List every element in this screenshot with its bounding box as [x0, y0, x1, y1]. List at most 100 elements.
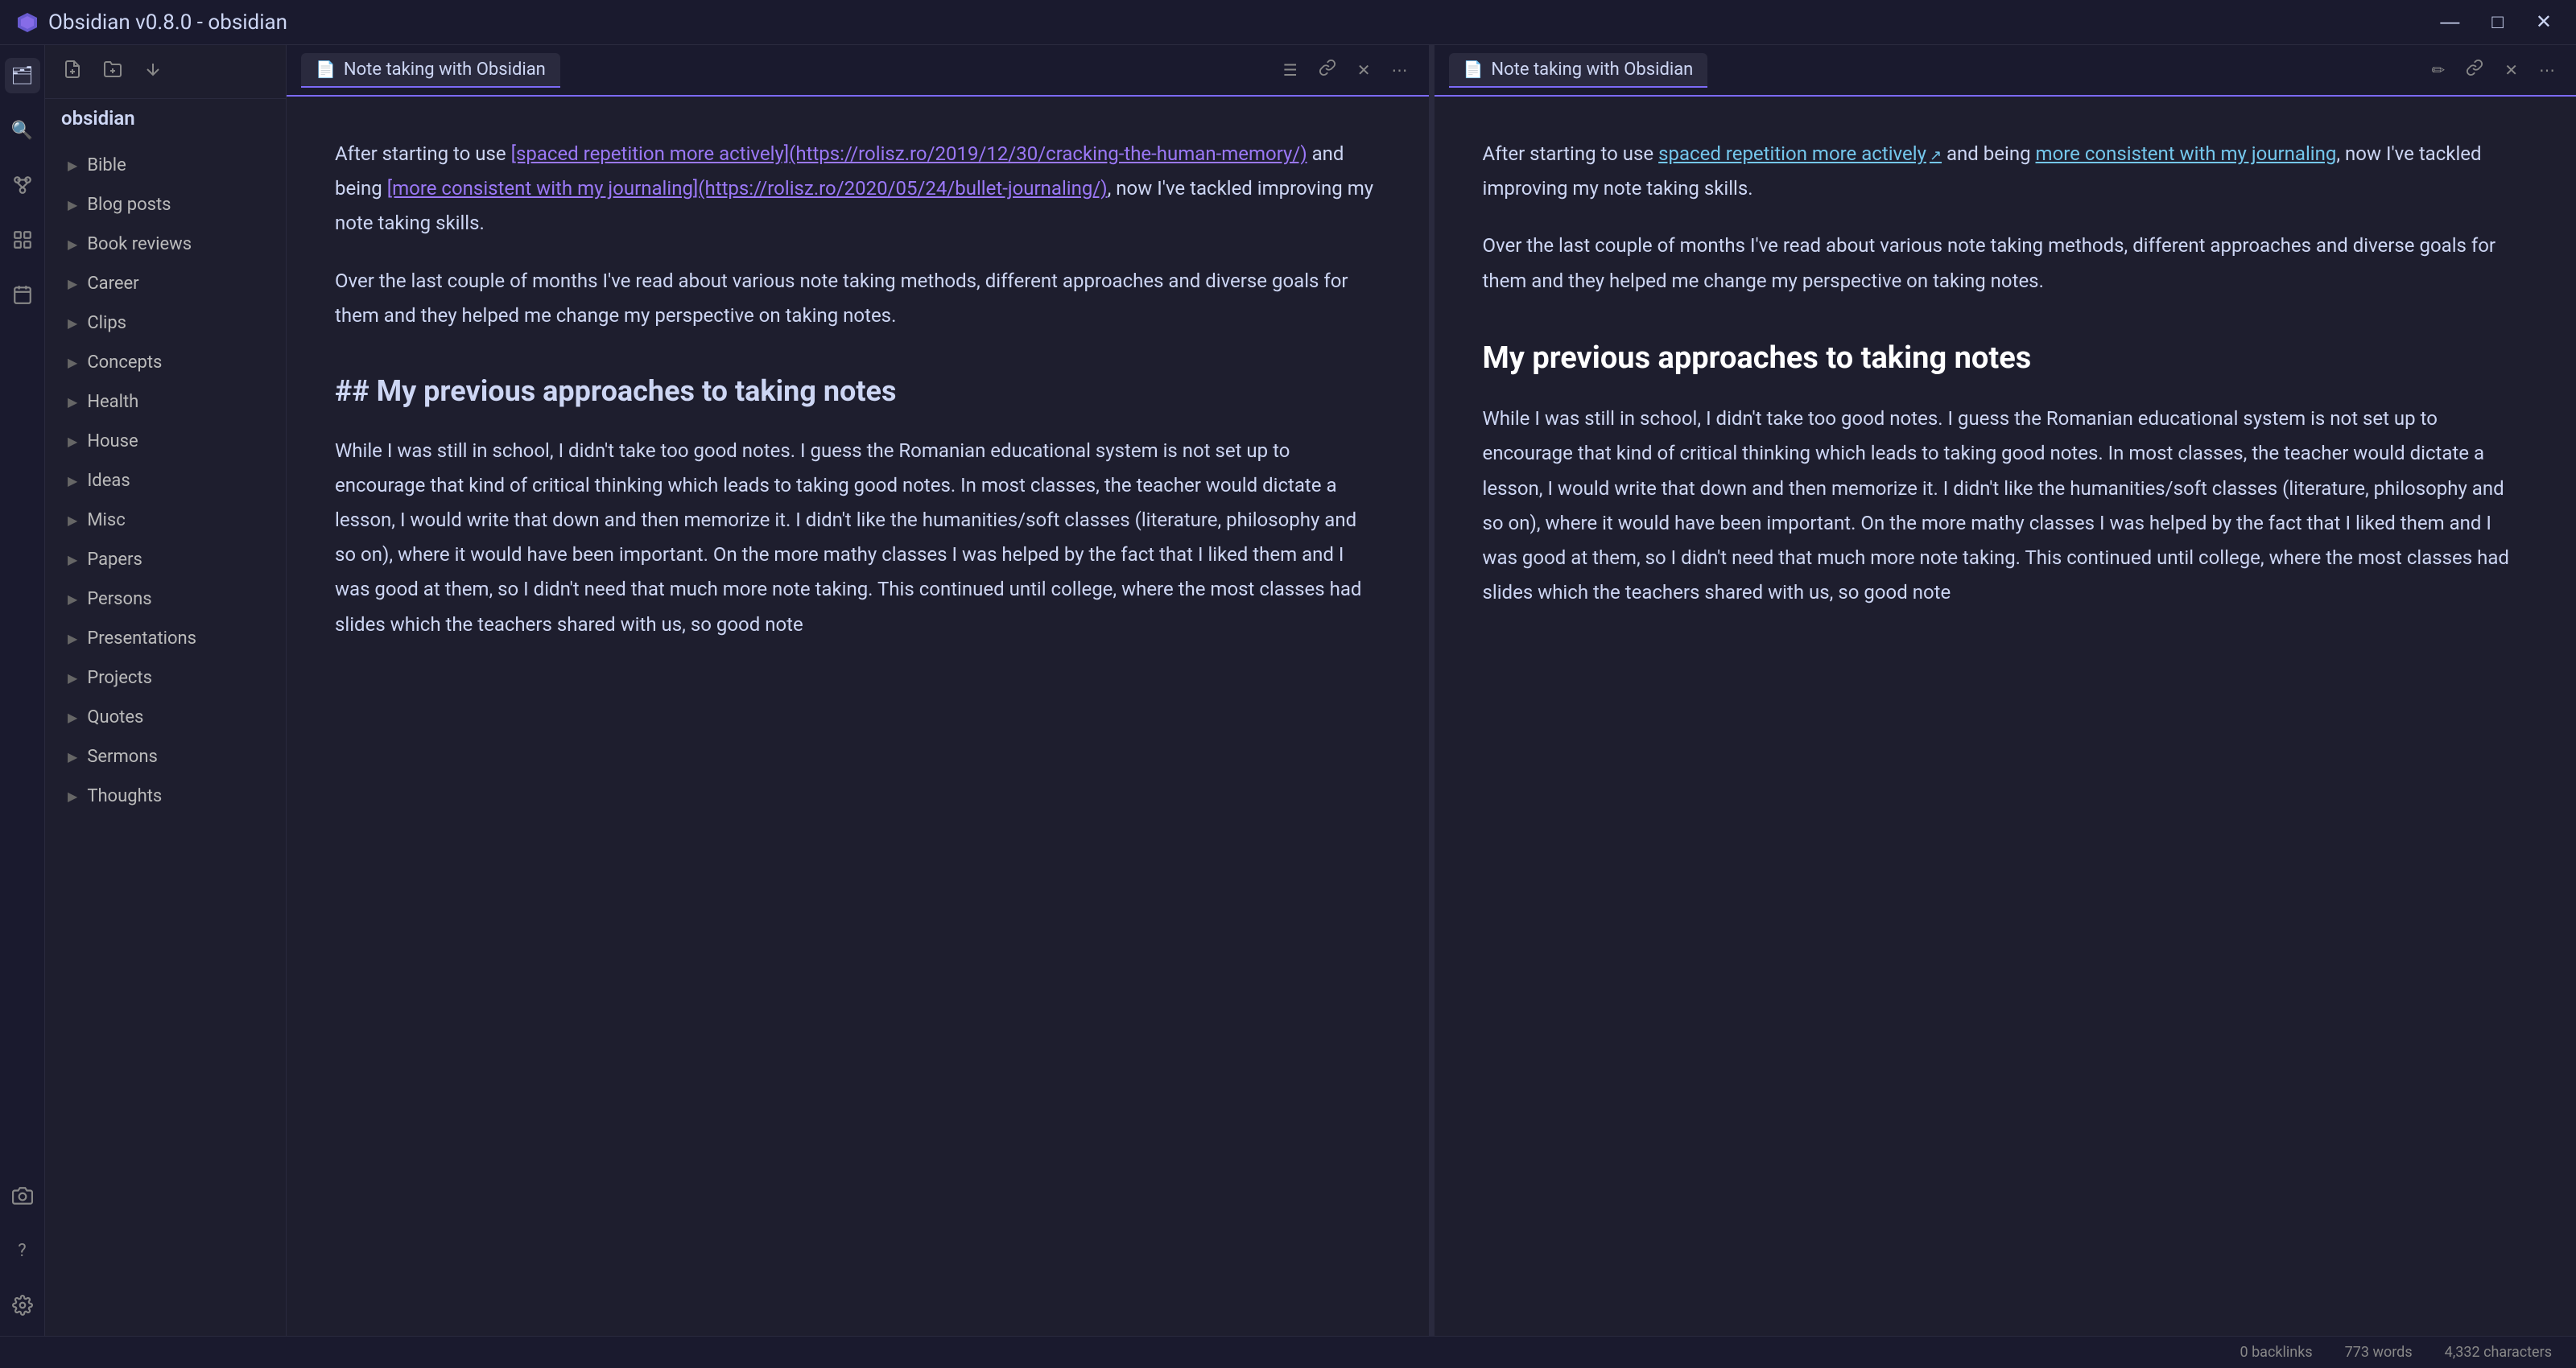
word-count: 773 words [2345, 1344, 2413, 1361]
right-intro-paragraph: After starting to use spaced repetition … [1483, 137, 2529, 206]
sidebar-item-house[interactable]: ▶ House [45, 422, 286, 461]
camera-icon-button[interactable] [5, 1178, 40, 1213]
sidebar-item-projects[interactable]: ▶ Projects [45, 658, 286, 698]
sidebar-item-persons[interactable]: ▶ Persons [45, 579, 286, 619]
spaced-repetition-link-raw[interactable]: [spaced repetition more actively](https:… [511, 142, 1307, 165]
chevron-right-icon: ▶ [68, 237, 77, 252]
right-para2: While I was still in school, I didn't ta… [1483, 402, 2529, 610]
status-bar: 0 backlinks 773 words 4,332 characters [0, 1336, 2576, 1368]
sidebar-toolbar [45, 45, 286, 99]
chevron-right-icon: ▶ [68, 631, 77, 646]
icon-bar: 🗂 🔍 ? [0, 45, 45, 1336]
sidebar-item-misc[interactable]: ▶ Misc [45, 501, 286, 540]
sidebar-item-health[interactable]: ▶Health [45, 382, 286, 422]
sidebar-item-label: Presentations [87, 628, 196, 649]
sidebar-item-thoughts[interactable]: ▶ Thoughts [45, 777, 286, 816]
copy-link-right-button[interactable] [2459, 56, 2490, 84]
more-options-right-button[interactable]: ⋯ [2533, 57, 2562, 84]
file-icon-right: 📄 [1463, 60, 1484, 79]
maximize-button[interactable]: □ [2483, 7, 2512, 37]
sidebar-item-label: Concepts [87, 352, 162, 373]
file-explorer-sidebar: obsidian ▶Bible▶Blog posts▶Book reviews▶… [45, 45, 287, 1336]
sidebar-item-label: Ideas [87, 471, 130, 491]
sidebar-item-career[interactable]: ▶ Career [45, 264, 286, 303]
chevron-right-icon: ▶ [68, 276, 77, 291]
close-button[interactable]: ✕ [2528, 7, 2560, 37]
sidebar-item-sermons[interactable]: ▶Sermons [45, 737, 286, 777]
right-tab-title: Note taking with Obsidian [1491, 60, 1693, 80]
chevron-right-icon: ▶ [68, 670, 77, 686]
sidebar-item-bible[interactable]: ▶Bible [45, 146, 286, 185]
sidebar-item-label: Thoughts [87, 786, 162, 806]
file-tree: ▶Bible▶Blog posts▶Book reviews▶Career▶Cl… [45, 138, 286, 1336]
chevron-right-icon: ▶ [68, 513, 77, 528]
content-area: 📄 Note taking with Obsidian ☰ ✕ ⋯ After … [287, 45, 2576, 1336]
title-bar-controls: — □ ✕ [2432, 7, 2560, 37]
sidebar-item-ideas[interactable]: ▶Ideas [45, 461, 286, 501]
sidebar-item-label: Career [87, 274, 138, 294]
chevron-right-icon: ▶ [68, 158, 77, 173]
sidebar-item-blog-posts[interactable]: ▶Blog posts [45, 185, 286, 225]
calendar-icon-button[interactable] [5, 277, 40, 312]
chevron-right-icon: ▶ [68, 355, 77, 370]
journaling-link[interactable]: more consistent with my journaling [2036, 142, 2337, 165]
new-file-button[interactable] [60, 56, 85, 87]
sidebar-item-label: Quotes [87, 707, 143, 727]
more-options-left-button[interactable]: ⋯ [1385, 57, 1414, 84]
sort-button[interactable] [140, 56, 166, 87]
sidebar-item-presentations[interactable]: ▶ Presentations [45, 619, 286, 658]
chevron-right-icon: ▶ [68, 434, 77, 449]
chevron-right-icon: ▶ [68, 591, 77, 607]
sidebar-item-label: Health [87, 392, 138, 412]
chevron-right-icon: ▶ [68, 552, 77, 567]
chevron-right-icon: ▶ [68, 789, 77, 804]
sidebar-item-label: Sermons [87, 747, 158, 767]
spaced-repetition-link[interactable]: spaced repetition more actively [1658, 142, 1942, 165]
title-bar-left: Obsidian v0.8.0 - obsidian [16, 10, 287, 35]
right-panel-content: After starting to use spaced repetition … [1435, 97, 2576, 1336]
sidebar-item-label: Misc [87, 510, 125, 530]
chevron-right-icon: ▶ [68, 710, 77, 725]
settings-icon-button[interactable] [5, 222, 40, 258]
file-icon: 📄 [316, 60, 336, 79]
window-title: Obsidian v0.8.0 - obsidian [48, 10, 287, 35]
left-panel-tab-bar: 📄 Note taking with Obsidian ☰ ✕ ⋯ [287, 45, 1429, 97]
chevron-right-icon: ▶ [68, 197, 77, 212]
files-icon-button[interactable]: 🗂 [5, 58, 40, 93]
sidebar-item-book-reviews[interactable]: ▶ Book reviews [45, 225, 286, 264]
left-intro-paragraph: After starting to use [spaced repetition… [335, 137, 1381, 241]
edit-button[interactable]: ✏ [2425, 57, 2451, 84]
new-folder-button[interactable] [100, 56, 126, 87]
left-para1: Over the last couple of months I've read… [335, 264, 1381, 333]
right-panel: 📄 Note taking with Obsidian ✏ ✕ ⋯ After … [1435, 45, 2576, 1336]
minimize-button[interactable]: — [2432, 7, 2467, 37]
left-panel-tab[interactable]: 📄 Note taking with Obsidian [301, 53, 560, 88]
sidebar-item-quotes[interactable]: ▶ Quotes [45, 698, 286, 737]
char-count: 4,332 characters [2445, 1344, 2552, 1361]
sidebar-item-concepts[interactable]: ▶ Concepts [45, 343, 286, 382]
sidebar-item-papers[interactable]: ▶Papers [45, 540, 286, 579]
config-icon-button[interactable] [5, 1288, 40, 1323]
right-para1: Over the last couple of months I've read… [1483, 229, 2529, 298]
app-icon [16, 11, 39, 34]
sidebar-item-label: Clips [87, 313, 126, 333]
reading-view-button[interactable]: ☰ [1277, 57, 1304, 84]
close-left-panel-button[interactable]: ✕ [1351, 57, 1377, 84]
left-panel: 📄 Note taking with Obsidian ☰ ✕ ⋯ After … [287, 45, 1430, 1336]
sidebar-item-label: Persons [87, 589, 151, 609]
copy-link-button[interactable] [1312, 56, 1343, 84]
sidebar-item-clips[interactable]: ▶Clips [45, 303, 286, 343]
right-heading: My previous approaches to taking notes [1483, 331, 2529, 385]
close-right-panel-button[interactable]: ✕ [2498, 57, 2524, 84]
graph-icon-button[interactable] [5, 167, 40, 203]
help-icon-button[interactable]: ? [5, 1233, 40, 1268]
right-panel-tab-bar: 📄 Note taking with Obsidian ✏ ✕ ⋯ [1435, 45, 2576, 97]
left-tab-title: Note taking with Obsidian [344, 60, 546, 80]
journaling-link-raw[interactable]: [more consistent with my journaling](htt… [387, 177, 1108, 200]
sidebar-item-label: House [87, 431, 138, 451]
search-icon-button[interactable]: 🔍 [5, 113, 40, 148]
sidebar-item-label: Projects [87, 668, 152, 688]
right-panel-tab[interactable]: 📄 Note taking with Obsidian [1449, 53, 1708, 88]
sidebar-item-label: Book reviews [87, 234, 192, 254]
left-heading-raw: ## My previous approaches to taking note… [335, 365, 1381, 418]
